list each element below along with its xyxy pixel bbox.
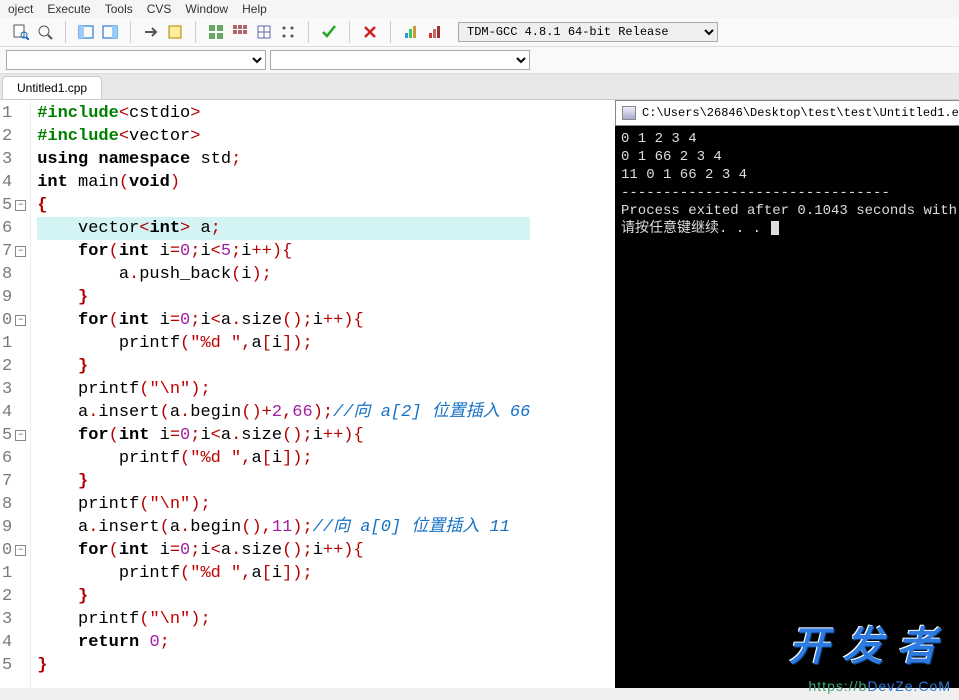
code-line[interactable]: for(int i=0;i<a.size();i++){ [37,309,530,332]
console-body[interactable]: 0 1 2 3 40 1 66 2 3 411 0 1 66 2 3 4----… [615,126,959,242]
code-line[interactable]: for(int i=0;i<a.size();i++){ [37,424,530,447]
menu-help[interactable]: Help [242,2,267,16]
fold-toggle-icon[interactable]: − [15,246,26,257]
fold-toggle-icon[interactable]: − [15,200,26,211]
bookmark-icon[interactable] [164,21,186,43]
console-line: 0 1 2 3 4 [621,130,959,148]
cursor-icon [771,221,779,235]
code-line[interactable]: for(int i=0;i<5;i++){ [37,240,530,263]
fold-toggle-icon[interactable]: − [15,315,26,326]
output-console: C:\Users\26846\Desktop\test\test\Untitle… [615,100,959,688]
code-line[interactable]: printf("%d ",a[i]); [37,332,530,355]
code-line[interactable]: } [37,355,530,378]
code-line[interactable]: { [37,194,530,217]
secondary-toolbar [0,47,959,74]
grid-3x3-icon[interactable] [229,21,251,43]
code-line[interactable]: printf("\n"); [37,378,530,401]
console-line: -------------------------------- [621,184,959,202]
console-line: Process exited after 0.1043 seconds with… [621,202,959,220]
code-line[interactable]: printf("%d ",a[i]); [37,562,530,585]
tab-untitled1[interactable]: Untitled1.cpp [2,76,102,99]
file-search-icon[interactable] [10,21,32,43]
code-line[interactable]: } [37,470,530,493]
code-line[interactable]: a.insert(a.begin(),11);//向 a[0] 位置插入 11 [37,516,530,539]
compiler-select[interactable]: TDM-GCC 4.8.1 64-bit Release [458,22,718,42]
code-line[interactable]: return 0; [37,631,530,654]
code-line[interactable]: printf("\n"); [37,493,530,516]
grid-2x2-icon[interactable] [205,21,227,43]
check-icon[interactable] [318,21,340,43]
fold-toggle-icon[interactable]: − [15,430,26,441]
panel-right-icon[interactable] [99,21,121,43]
code-line[interactable]: vector<int> a; [37,217,530,240]
code-line[interactable]: int main(void) [37,171,530,194]
class-select[interactable] [6,50,266,70]
toolbar: TDM-GCC 4.8.1 64-bit Release [0,18,959,47]
console-line: 请按任意键继续. . . [621,220,959,238]
code-editor[interactable]: 12345−67−890−12345−67890−12345 #include<… [0,100,615,688]
console-line: 0 1 66 2 3 4 [621,148,959,166]
chart-red-icon[interactable] [424,21,446,43]
panel-left-icon[interactable] [75,21,97,43]
console-app-icon [622,106,636,120]
code-line[interactable]: #include<cstdio> [37,102,530,125]
cross-icon[interactable] [359,21,381,43]
code-line[interactable]: } [37,654,530,677]
chart-icon[interactable] [400,21,422,43]
line-gutter: 12345−67−890−12345−67890−12345 [0,100,31,688]
code-line[interactable]: a.insert(a.begin()+2,66);//向 a[2] 位置插入 6… [37,401,530,424]
goto-icon[interactable] [140,21,162,43]
fold-toggle-icon[interactable]: − [15,545,26,556]
console-line: 11 0 1 66 2 3 4 [621,166,959,184]
menu-execute[interactable]: Execute [47,2,90,16]
code-line[interactable]: printf("%d ",a[i]); [37,447,530,470]
code-line[interactable]: using namespace std; [37,148,530,171]
console-titlebar[interactable]: C:\Users\26846\Desktop\test\test\Untitle… [615,100,959,126]
code-line[interactable]: for(int i=0;i<a.size();i++){ [37,539,530,562]
code-area[interactable]: #include<cstdio>#include<vector>using na… [31,100,536,688]
code-line[interactable]: } [37,585,530,608]
menu-tools[interactable]: Tools [105,2,133,16]
code-line[interactable]: a.push_back(i); [37,263,530,286]
workspace: 12345−67−890−12345−67890−12345 #include<… [0,100,959,688]
grid-dots-icon[interactable] [277,21,299,43]
menubar: oject Execute Tools CVS Window Help [0,0,959,18]
zoom-icon[interactable] [34,21,56,43]
grid-4-icon[interactable] [253,21,275,43]
code-line[interactable]: #include<vector> [37,125,530,148]
menu-project[interactable]: oject [8,2,33,16]
member-select[interactable] [270,50,530,70]
menu-window[interactable]: Window [185,2,228,16]
console-title-text: C:\Users\26846\Desktop\test\test\Untitle… [642,104,959,122]
code-line[interactable]: } [37,286,530,309]
code-line[interactable]: printf("\n"); [37,608,530,631]
menu-cvs[interactable]: CVS [147,2,172,16]
tab-bar: Untitled1.cpp [0,74,959,100]
